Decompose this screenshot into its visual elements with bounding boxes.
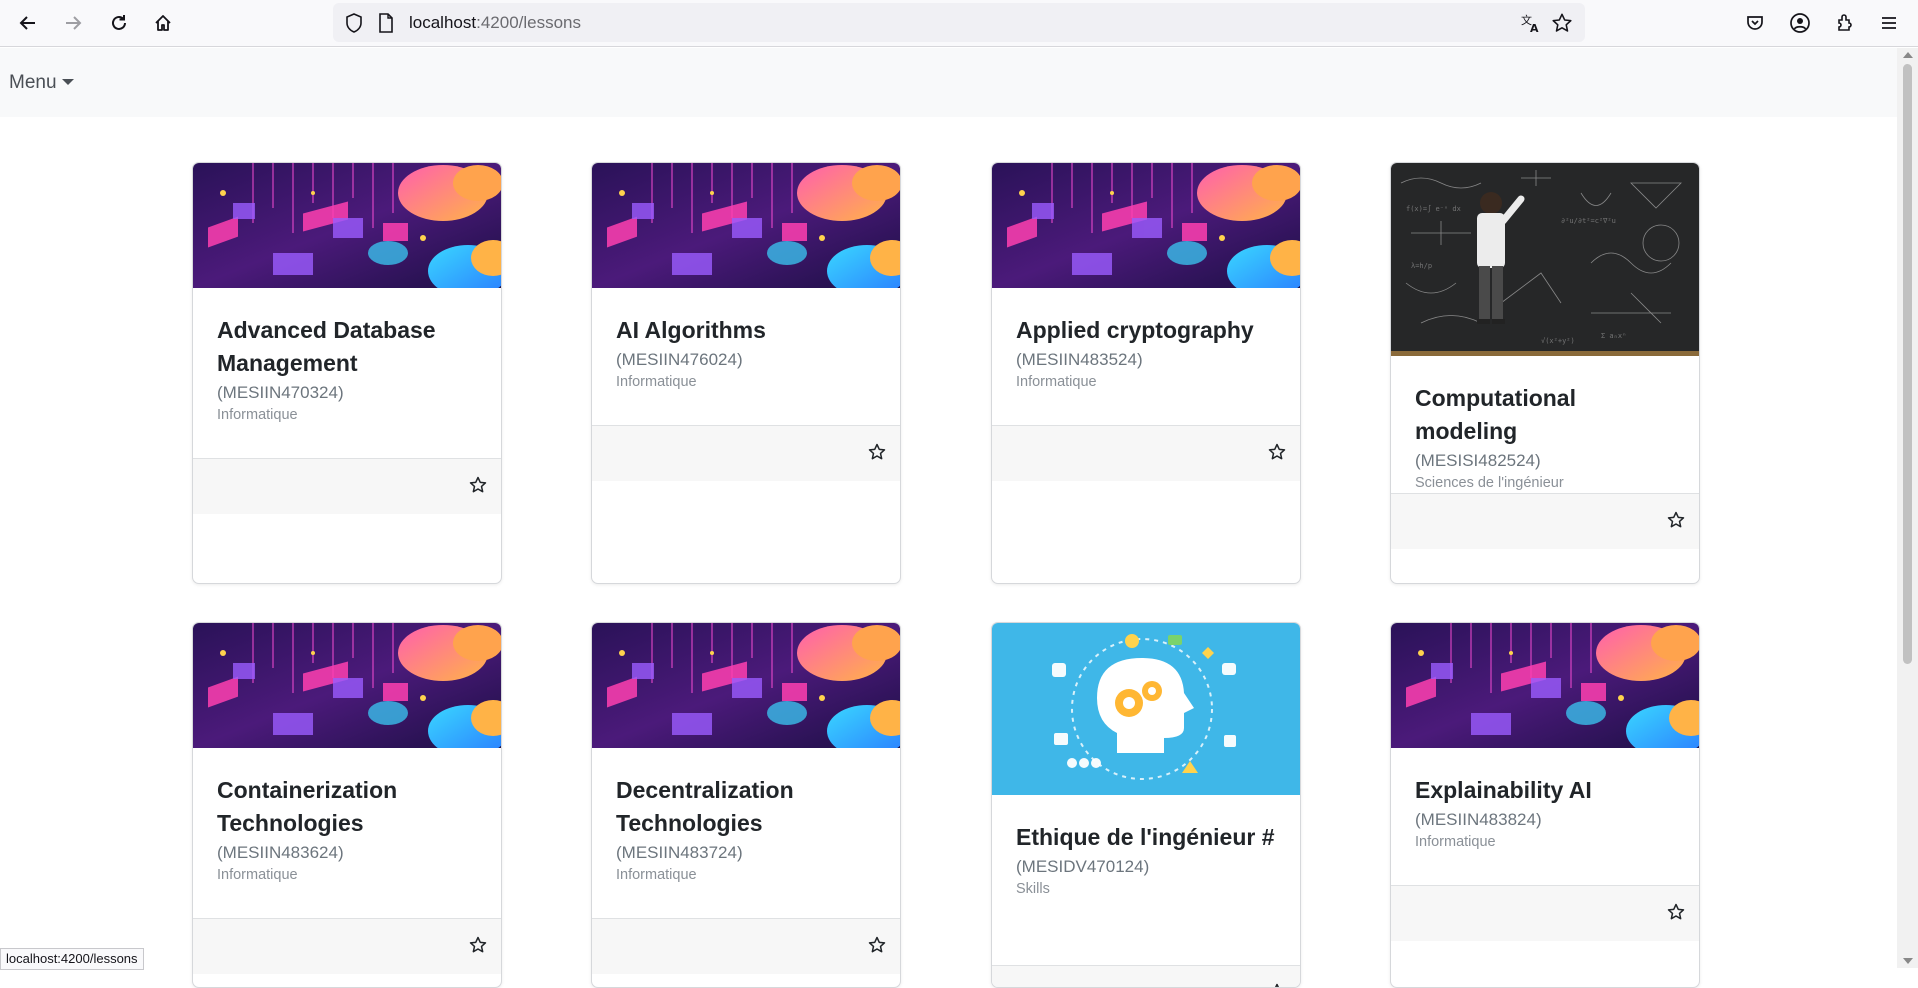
lesson-card[interactable]: Explainability AI (MESIIN483824) Informati… bbox=[1390, 622, 1700, 988]
favorite-star-icon[interactable] bbox=[1666, 902, 1686, 922]
favorite-star-icon[interactable] bbox=[867, 935, 887, 955]
address-bar[interactable]: localhost:4200/lessons 文A bbox=[333, 3, 1585, 42]
lesson-title[interactable]: AI Algorithms bbox=[616, 314, 876, 347]
lesson-title[interactable]: Computational modeling bbox=[1415, 382, 1675, 448]
favorite-star-icon[interactable] bbox=[468, 475, 488, 495]
translate-icon[interactable]: 文A bbox=[1520, 12, 1542, 34]
lesson-card-body: Advanced Database Management (MESIIN47032… bbox=[193, 288, 501, 423]
favorite-star-icon[interactable] bbox=[1267, 442, 1287, 462]
menu-label: Menu bbox=[9, 72, 57, 93]
page-scrollbar[interactable] bbox=[1897, 48, 1918, 968]
lesson-code: (MESIIN476024) bbox=[616, 350, 743, 369]
url-text: localhost:4200/lessons bbox=[409, 13, 581, 33]
bookmark-star-icon[interactable] bbox=[1551, 12, 1573, 34]
lesson-category: Skills bbox=[1016, 881, 1050, 897]
lesson-card-body: Containerization Technologies (MESIIN4836… bbox=[193, 748, 501, 883]
lesson-card-image bbox=[193, 163, 501, 288]
lesson-card-image bbox=[193, 623, 501, 748]
lesson-card-image bbox=[592, 623, 900, 748]
back-icon[interactable] bbox=[13, 8, 43, 38]
home-icon[interactable] bbox=[148, 8, 178, 38]
lesson-code: (MESIIN483824) bbox=[1415, 810, 1542, 829]
url-path: :4200/lessons bbox=[476, 13, 582, 32]
svg-text:A: A bbox=[1530, 22, 1539, 34]
scroll-down-arrow-icon[interactable] bbox=[1903, 958, 1913, 964]
lesson-code: (MESISI482524) bbox=[1415, 451, 1541, 470]
shield-icon[interactable] bbox=[343, 12, 365, 34]
scroll-thumb[interactable] bbox=[1903, 64, 1912, 664]
lesson-title[interactable]: Containerization Technologies bbox=[217, 774, 477, 840]
lesson-card[interactable]: Applied cryptography (MESIIN483524) Inform… bbox=[991, 162, 1301, 584]
lesson-code: (MESIIN483624) bbox=[217, 843, 344, 862]
lesson-title[interactable]: Applied cryptography bbox=[1016, 314, 1276, 347]
pocket-icon[interactable] bbox=[1740, 8, 1770, 38]
lesson-card-body: Computational modeling (MESISI482524) Scie… bbox=[1391, 356, 1699, 491]
lesson-category: Informatique bbox=[1415, 834, 1496, 850]
lesson-code: (MESIDV470124) bbox=[1016, 857, 1150, 876]
lesson-card-footer bbox=[193, 458, 501, 514]
lesson-title[interactable]: Decentralization Technologies bbox=[616, 774, 876, 840]
lesson-card-footer bbox=[592, 918, 900, 974]
favorite-star-icon[interactable] bbox=[1267, 982, 1287, 988]
lesson-card-footer bbox=[992, 965, 1300, 988]
lesson-card[interactable]: Decentralization Technologies (MESIIN4837… bbox=[591, 622, 901, 988]
lesson-card-footer bbox=[193, 918, 501, 974]
lesson-card-body: Applied cryptography (MESIIN483524) Inform… bbox=[992, 288, 1300, 390]
lesson-category: Informatique bbox=[616, 374, 697, 390]
link-status-tooltip: localhost:4200/lessons bbox=[0, 948, 144, 970]
lesson-category: Informatique bbox=[1016, 374, 1097, 390]
page-icon bbox=[375, 12, 397, 34]
lesson-category: Informatique bbox=[217, 407, 298, 423]
lesson-card[interactable]: Containerization Technologies (MESIIN4836… bbox=[192, 622, 502, 988]
account-icon[interactable] bbox=[1785, 8, 1815, 38]
lesson-category: Sciences de l'ingénieur bbox=[1415, 475, 1564, 491]
lesson-card[interactable]: Ethique de l'ingénieur # (MESIDV470124) Sk… bbox=[991, 622, 1301, 988]
lesson-card-footer bbox=[592, 425, 900, 481]
forward-icon[interactable] bbox=[58, 8, 88, 38]
browser-toolbar: localhost:4200/lessons 文A bbox=[0, 0, 1918, 47]
lesson-card-body: AI Algorithms (MESIIN476024) Informatique bbox=[592, 288, 900, 390]
lesson-card-image bbox=[992, 623, 1300, 795]
lesson-card-image bbox=[1391, 163, 1699, 356]
lesson-card-footer bbox=[992, 425, 1300, 481]
lesson-code: (MESIIN470324) bbox=[217, 383, 344, 402]
lesson-category: Informatique bbox=[616, 867, 697, 883]
lesson-title[interactable]: Ethique de l'ingénieur # bbox=[1016, 821, 1276, 854]
lesson-card[interactable]: AI Algorithms (MESIIN476024) Informatique bbox=[591, 162, 901, 584]
lesson-card-image bbox=[592, 163, 900, 288]
app-navbar: Menu bbox=[0, 48, 1897, 117]
scroll-up-arrow-icon[interactable] bbox=[1903, 52, 1913, 58]
lesson-card-body: Decentralization Technologies (MESIIN4837… bbox=[592, 748, 900, 883]
reload-icon[interactable] bbox=[104, 8, 134, 38]
favorite-star-icon[interactable] bbox=[867, 442, 887, 462]
menu-dropdown-toggle[interactable]: Menu bbox=[9, 72, 74, 94]
lesson-code: (MESIIN483724) bbox=[616, 843, 743, 862]
favorite-star-icon[interactable] bbox=[468, 935, 488, 955]
lesson-card-image bbox=[992, 163, 1300, 288]
lesson-card-body: Explainability AI (MESIIN483824) Informati… bbox=[1391, 748, 1699, 850]
lesson-category: Informatique bbox=[217, 867, 298, 883]
lesson-code: (MESIIN483524) bbox=[1016, 350, 1143, 369]
lesson-card[interactable]: Advanced Database Management (MESIIN47032… bbox=[192, 162, 502, 584]
favorite-star-icon[interactable] bbox=[1666, 510, 1686, 530]
lesson-title[interactable]: Explainability AI bbox=[1415, 774, 1675, 807]
lesson-card-footer bbox=[1391, 493, 1699, 549]
url-host: localhost bbox=[409, 13, 477, 32]
lesson-title[interactable]: Advanced Database Management bbox=[217, 314, 477, 380]
lesson-card-body: Ethique de l'ingénieur # (MESIDV470124) Sk… bbox=[992, 795, 1300, 897]
lesson-card-image bbox=[1391, 623, 1699, 748]
extensions-icon[interactable] bbox=[1830, 8, 1860, 38]
lesson-card-footer bbox=[1391, 885, 1699, 941]
hamburger-menu-icon[interactable] bbox=[1874, 8, 1904, 38]
caret-down-icon bbox=[61, 79, 74, 85]
lesson-card[interactable]: Computational modeling (MESISI482524) Scie… bbox=[1390, 162, 1700, 584]
